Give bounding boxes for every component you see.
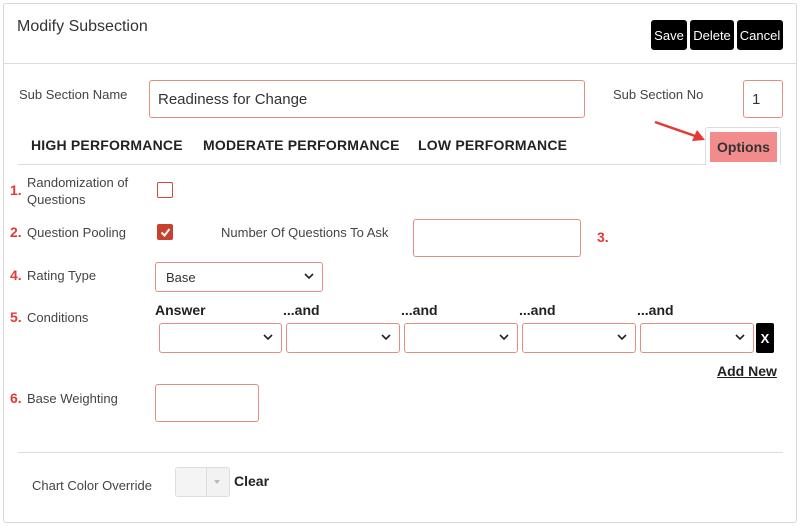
chevron-down-icon <box>381 334 391 341</box>
sub-section-no-label: Sub Section No <box>613 87 704 102</box>
chart-color-override-label: Chart Color Override <box>32 478 152 493</box>
delete-button[interactable]: Delete <box>690 20 734 50</box>
question-pooling-checkbox[interactable] <box>157 224 173 240</box>
base-weighting-label: Base Weighting <box>27 391 118 406</box>
condition-select-and-1[interactable] <box>286 323 400 353</box>
rating-type-selected: Base <box>166 269 196 285</box>
chevron-down-icon <box>263 334 273 341</box>
save-button[interactable]: Save <box>651 20 687 50</box>
header-divider <box>4 63 796 64</box>
annotation-number-5: 5. <box>10 309 22 325</box>
chevron-down-icon <box>735 334 745 341</box>
sub-section-no-input[interactable] <box>743 80 783 118</box>
annotation-number-1: 1. <box>10 182 22 198</box>
tab-options-label[interactable]: Options <box>710 132 777 162</box>
annotation-number-3: 3. <box>597 229 609 245</box>
condition-select-answer[interactable] <box>159 323 282 353</box>
remove-condition-button[interactable]: X <box>756 323 774 353</box>
condition-header-and-2: ...and <box>401 302 438 318</box>
rating-type-select[interactable]: Base <box>155 262 323 292</box>
annotation-number-6: 6. <box>10 390 22 406</box>
condition-select-and-2[interactable] <box>404 323 518 353</box>
number-of-questions-label: Number Of Questions To Ask <box>221 225 389 240</box>
cancel-button[interactable]: Cancel <box>737 20 783 50</box>
chevron-down-icon <box>304 273 314 280</box>
randomization-label-line2: Questions <box>27 192 86 207</box>
add-new-condition-link[interactable]: Add New <box>717 363 777 379</box>
tab-low-performance[interactable]: LOW PERFORMANCE <box>418 137 567 153</box>
chart-color-picker[interactable] <box>175 467 230 497</box>
condition-select-and-3[interactable] <box>522 323 636 353</box>
randomization-label-line1: Randomization of <box>27 175 129 190</box>
conditions-label: Conditions <box>27 310 89 325</box>
tab-moderate-performance[interactable]: MODERATE PERFORMANCE <box>203 137 400 153</box>
footer-divider <box>18 452 783 453</box>
base-weighting-input[interactable] <box>155 384 259 422</box>
randomization-checkbox[interactable] <box>157 182 173 198</box>
clear-color-button[interactable]: Clear <box>234 473 269 489</box>
tabs-divider <box>18 164 705 165</box>
chevron-down-icon <box>499 334 509 341</box>
condition-header-and-3: ...and <box>519 302 556 318</box>
checkmark-icon <box>160 228 171 238</box>
sub-section-name-input[interactable] <box>149 80 585 118</box>
condition-header-answer: Answer <box>155 302 206 318</box>
annotation-number-4: 4. <box>10 267 22 283</box>
chevron-down-icon <box>617 334 627 341</box>
condition-select-and-4[interactable] <box>640 323 754 353</box>
number-of-questions-input[interactable] <box>413 219 581 257</box>
tab-high-performance[interactable]: HIGH PERFORMANCE <box>31 137 183 153</box>
condition-header-and-1: ...and <box>283 302 320 318</box>
question-pooling-label: Question Pooling <box>27 225 127 240</box>
tab-options[interactable]: Options <box>705 127 781 165</box>
sub-section-name-label: Sub Section Name <box>19 87 128 102</box>
condition-header-and-4: ...and <box>637 302 674 318</box>
annotation-arrow-icon <box>654 120 705 141</box>
dialog-title: Modify Subsection <box>17 18 148 35</box>
caret-down-icon <box>214 480 220 484</box>
color-swatch <box>176 468 207 496</box>
annotation-number-2: 2. <box>10 224 22 240</box>
rating-type-label: Rating Type <box>27 268 97 283</box>
